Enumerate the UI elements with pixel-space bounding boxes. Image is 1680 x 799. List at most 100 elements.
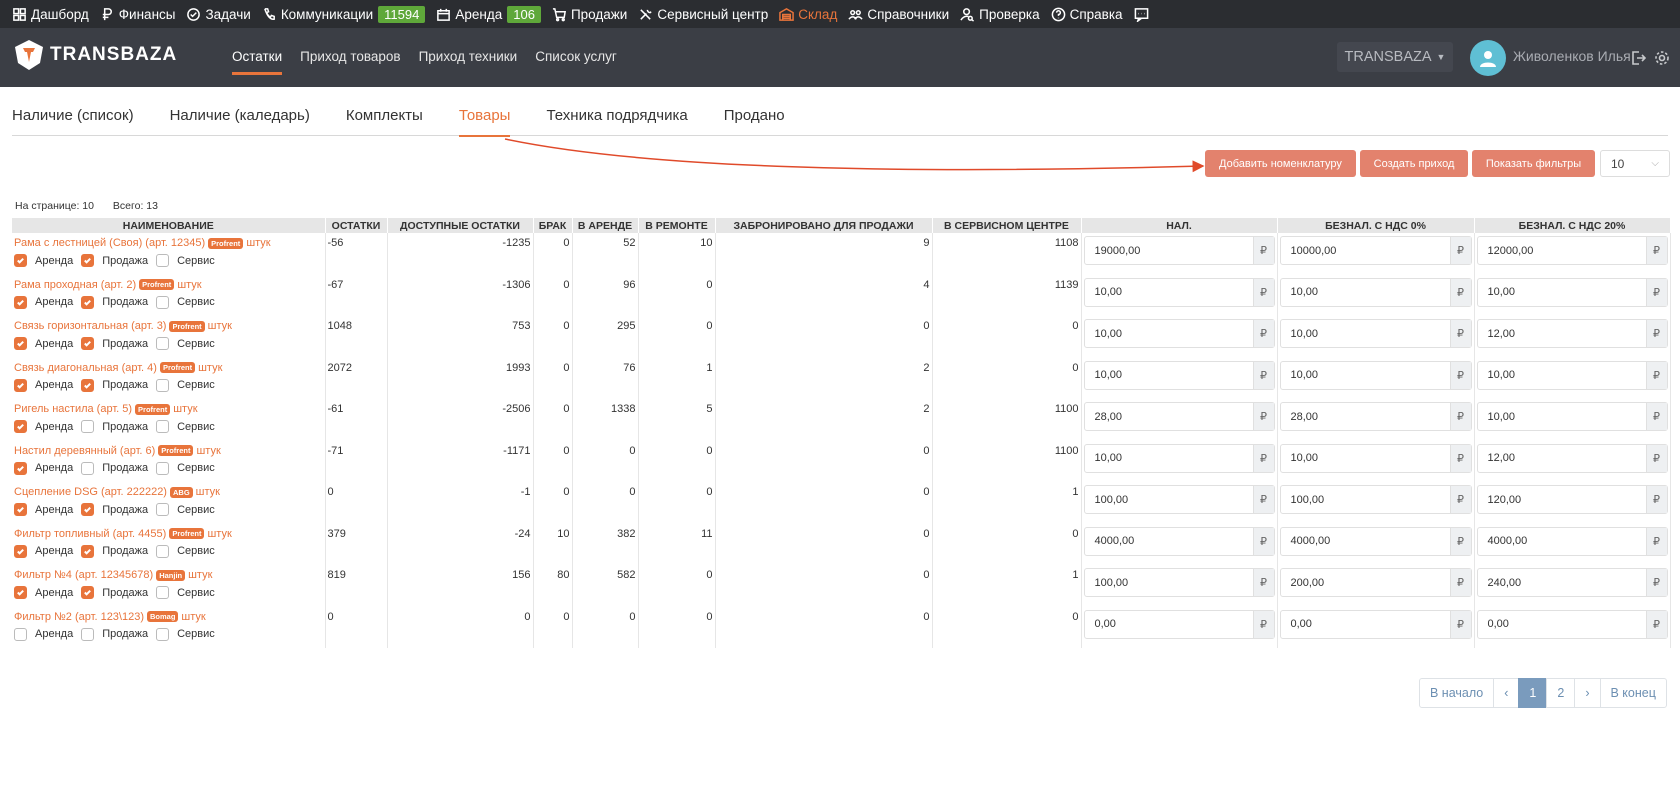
topmenu-item-10[interactable]: Справка [1051, 7, 1123, 22]
checkbox-rent[interactable] [14, 295, 27, 309]
vat0-input[interactable]: 10,00 [1281, 445, 1450, 472]
pager-prev-button[interactable]: ‹ [1493, 678, 1520, 708]
cash-input[interactable]: 10,00 [1085, 320, 1253, 347]
cash-input[interactable]: 0,00 [1085, 611, 1253, 638]
topmenu-item-8[interactable]: Справочники [848, 7, 949, 22]
price-field[interactable]: 19000,00 ₽ [1083, 236, 1275, 265]
vat0-input[interactable]: 10,00 [1281, 362, 1450, 389]
checkbox-service[interactable] [156, 295, 170, 309]
tab-0[interactable]: Наличие (список) [12, 107, 134, 136]
price-field[interactable]: 10,00 ₽ [1083, 360, 1275, 390]
checkbox-service[interactable] [156, 503, 170, 516]
tab-2[interactable]: Комплекты [346, 107, 423, 136]
vat20-input[interactable]: 4000,00 [1478, 528, 1646, 555]
product-link[interactable]: Связь горизонтальная (арт. 3) Profrent ш… [12, 316, 325, 332]
price-field[interactable]: 0,00 ₽ [1279, 609, 1472, 639]
tab-3[interactable]: Товары [458, 107, 510, 137]
price-field[interactable]: 4000,00 ₽ [1083, 526, 1275, 556]
checkbox-rent[interactable] [14, 337, 27, 350]
checkbox-rent[interactable] [14, 378, 27, 392]
user-name[interactable]: Живоленков Илья [1513, 48, 1631, 64]
product-link[interactable]: Рама проходная (арт. 2) Profrent штук [12, 275, 325, 291]
vat20-input[interactable]: 10,00 [1478, 403, 1646, 430]
checkbox-service[interactable] [156, 586, 170, 599]
show-filters-button[interactable]: Показать фильтры [1472, 150, 1595, 177]
product-link[interactable]: Связь диагональная (арт. 4) Profrent шту… [12, 358, 325, 374]
topmenu-item-9[interactable]: Проверка [960, 7, 1040, 22]
checkbox-sale[interactable] [81, 378, 95, 392]
topmenu-item-7[interactable]: Склад [779, 7, 837, 22]
checkbox-sale[interactable] [81, 544, 95, 558]
checkbox-service[interactable] [156, 254, 170, 267]
cash-input[interactable]: 10,00 [1085, 445, 1253, 472]
price-field[interactable]: 28,00 ₽ [1279, 402, 1472, 431]
vat20-input[interactable]: 120,00 [1478, 486, 1646, 513]
per-page-select[interactable]: 10 ⌵ [1600, 150, 1670, 177]
checkbox-sale[interactable] [81, 295, 95, 309]
price-field[interactable]: 10,00 ₽ [1083, 277, 1275, 307]
vat0-input[interactable]: 200,00 [1281, 569, 1450, 596]
vat20-input[interactable]: 10,00 [1478, 279, 1646, 306]
vat0-input[interactable]: 0,00 [1281, 611, 1450, 638]
chat-button[interactable] [1134, 7, 1153, 22]
pager-page-button[interactable]: 1 [1518, 678, 1548, 708]
topmenu-item-6[interactable]: Сервисный центр [638, 7, 768, 22]
checkbox-service[interactable] [156, 337, 170, 350]
vat20-input[interactable]: 240,00 [1478, 569, 1646, 596]
product-link[interactable]: Настил деревянный (арт. 6) Profrent штук [12, 441, 325, 457]
vat20-input[interactable]: 10,00 [1478, 362, 1646, 389]
price-field[interactable]: 240,00 ₽ [1476, 568, 1668, 597]
topmenu-item-4[interactable]: Аренда 106 [436, 5, 541, 23]
checkbox-rent[interactable] [14, 254, 27, 267]
product-link[interactable]: Фильтр топливный (арт. 4455) Profrent шт… [12, 524, 325, 540]
price-field[interactable]: 100,00 ₽ [1279, 485, 1472, 514]
checkbox-service[interactable] [156, 544, 170, 558]
company-selector[interactable]: TRANSBAZA ▼ [1337, 42, 1453, 72]
topmenu-item-2[interactable]: Задачи [186, 7, 251, 22]
vat20-input[interactable]: 0,00 [1478, 611, 1646, 638]
price-field[interactable]: 10,00 ₽ [1083, 443, 1275, 473]
pager-first-button[interactable]: В начало [1419, 678, 1495, 708]
vat0-input[interactable]: 10,00 [1281, 320, 1450, 347]
checkbox-service[interactable] [156, 420, 170, 433]
cash-input[interactable]: 100,00 [1085, 569, 1253, 596]
vat0-input[interactable]: 10,00 [1281, 279, 1450, 306]
vat0-input[interactable]: 4000,00 [1281, 528, 1450, 555]
vat20-input[interactable]: 12,00 [1478, 320, 1646, 347]
checkbox-sale[interactable] [81, 461, 95, 475]
cash-input[interactable]: 100,00 [1085, 486, 1253, 513]
header-nav-item[interactable]: Список услуг [535, 28, 617, 75]
checkbox-rent[interactable] [14, 544, 27, 558]
price-field[interactable]: 200,00 ₽ [1279, 568, 1472, 597]
product-link[interactable]: Рама с лестницей (Своя) (арт. 12345) Pro… [12, 233, 325, 249]
vat0-input[interactable]: 10000,00 [1281, 237, 1450, 264]
price-field[interactable]: 28,00 ₽ [1083, 402, 1275, 431]
checkbox-sale[interactable] [81, 254, 95, 267]
price-field[interactable]: 0,00 ₽ [1476, 609, 1668, 639]
add-nomenclature-button[interactable]: Добавить номенклатуру [1205, 150, 1356, 177]
price-field[interactable]: 100,00 ₽ [1083, 485, 1275, 514]
checkbox-sale[interactable] [81, 586, 95, 599]
topmenu-item-0[interactable]: Дашборд [12, 7, 89, 22]
price-field[interactable]: 4000,00 ₽ [1279, 526, 1472, 556]
tab-5[interactable]: Продано [724, 107, 785, 136]
vat20-input[interactable]: 12,00 [1478, 445, 1646, 472]
vat0-input[interactable]: 100,00 [1281, 486, 1450, 513]
logout-icon[interactable] [1630, 50, 1647, 66]
topmenu-item-3[interactable]: Коммуникации 11594 [262, 5, 426, 23]
checkbox-service[interactable] [156, 378, 170, 392]
product-link[interactable]: Фильтр №2 (арт. 123\123) Bomag штук [12, 607, 325, 623]
checkbox-service[interactable] [156, 461, 170, 475]
price-field[interactable]: 120,00 ₽ [1476, 485, 1668, 514]
cash-input[interactable]: 28,00 [1085, 403, 1253, 430]
price-field[interactable]: 12000,00 ₽ [1476, 236, 1668, 265]
header-nav-item[interactable]: Приход товаров [300, 28, 400, 75]
price-field[interactable]: 10,00 ₽ [1476, 277, 1668, 307]
product-link[interactable]: Сцепление DSG (арт. 222222) ABG штук [12, 482, 325, 498]
price-field[interactable]: 10,00 ₽ [1083, 319, 1275, 348]
create-income-button[interactable]: Создать приход [1360, 150, 1468, 177]
price-field[interactable]: 10,00 ₽ [1476, 360, 1668, 390]
price-field[interactable]: 10000,00 ₽ [1279, 236, 1472, 265]
price-field[interactable]: 10,00 ₽ [1279, 360, 1472, 390]
product-link[interactable]: Ригель настила (арт. 5) Profrent штук [12, 399, 325, 415]
